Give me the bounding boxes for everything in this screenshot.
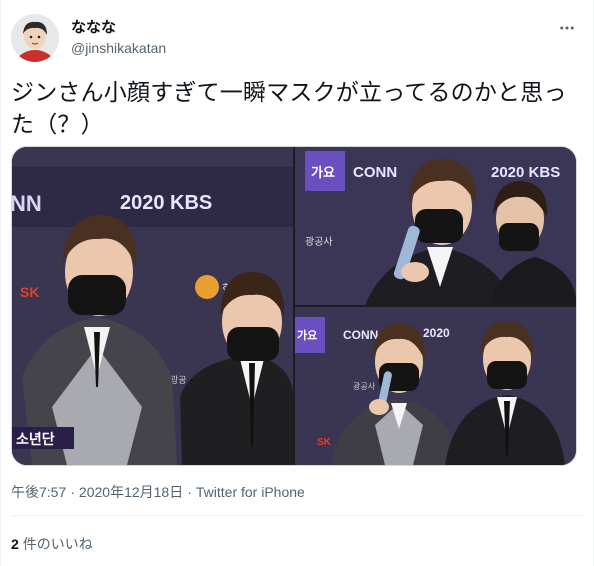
sign-2020: 2020 <box>423 326 450 340</box>
photo-3[interactable]: 가요 CONN 2020 광공사 SK <box>295 307 576 465</box>
divider <box>11 515 583 516</box>
display-name[interactable]: ななな <box>71 18 116 38</box>
meta-separator-2: · <box>187 484 192 500</box>
tweet-time: 午後7:57 <box>11 484 67 500</box>
sign-sk: SK <box>20 284 39 300</box>
tweet-timestamp-link[interactable]: 午後7:57 · 2020年12月18日 <box>11 484 183 500</box>
sign-nn: NN <box>12 191 42 216</box>
sign-conn-2: CONN <box>343 328 378 342</box>
sign-gayo: 가요 <box>311 166 335 181</box>
likes-stat[interactable]: 2 件のいいね <box>11 534 93 554</box>
more-dots-icon <box>560 26 574 30</box>
media-grid: NN 2020 KBS SK 한국 광공 <box>11 146 577 466</box>
sign-gwanggongsa-2: 광공사 <box>353 381 376 391</box>
more-options-button[interactable] <box>555 16 579 40</box>
meta-separator: · <box>70 484 75 500</box>
photo-2[interactable]: 가요 CONN 2020 KBS 광공사 <box>295 147 576 305</box>
tweet-meta: 午後7:57 · 2020年12月18日 · Twitter for iPhone <box>11 482 305 502</box>
sign-2020kbs: 2020 KBS <box>120 192 212 214</box>
sign-sk-2: SK <box>317 437 332 448</box>
sign-conn: CONN <box>353 164 397 181</box>
tweet-date: 2020年12月18日 <box>78 484 184 500</box>
tweet-source-link[interactable]: Twitter for iPhone <box>196 484 305 500</box>
likes-count: 2 <box>11 536 19 552</box>
sign-sonyeondan: 소년단 <box>16 431 55 448</box>
photo-1[interactable]: NN 2020 KBS SK 한국 광공 <box>12 147 293 465</box>
user-handle[interactable]: @jinshikakatan <box>71 38 166 58</box>
tweet-text: ジンさん小顔すぎて一瞬マスクが立ってるのかと思った（？） <box>11 79 567 137</box>
user-avatar[interactable] <box>11 14 59 62</box>
tweet-card: ななな @jinshikakatan ジンさん小顔すぎて一瞬マスクが立ってるのか… <box>0 0 594 566</box>
sign-2020kbs-2: 2020 KBS <box>491 164 560 181</box>
sign-gayo-2: 가요 <box>297 328 317 342</box>
likes-label: 件のいいね <box>22 536 93 552</box>
sign-gwanggong: 광공 <box>170 374 187 386</box>
sign-gwanggongsa: 광공사 <box>305 236 333 248</box>
